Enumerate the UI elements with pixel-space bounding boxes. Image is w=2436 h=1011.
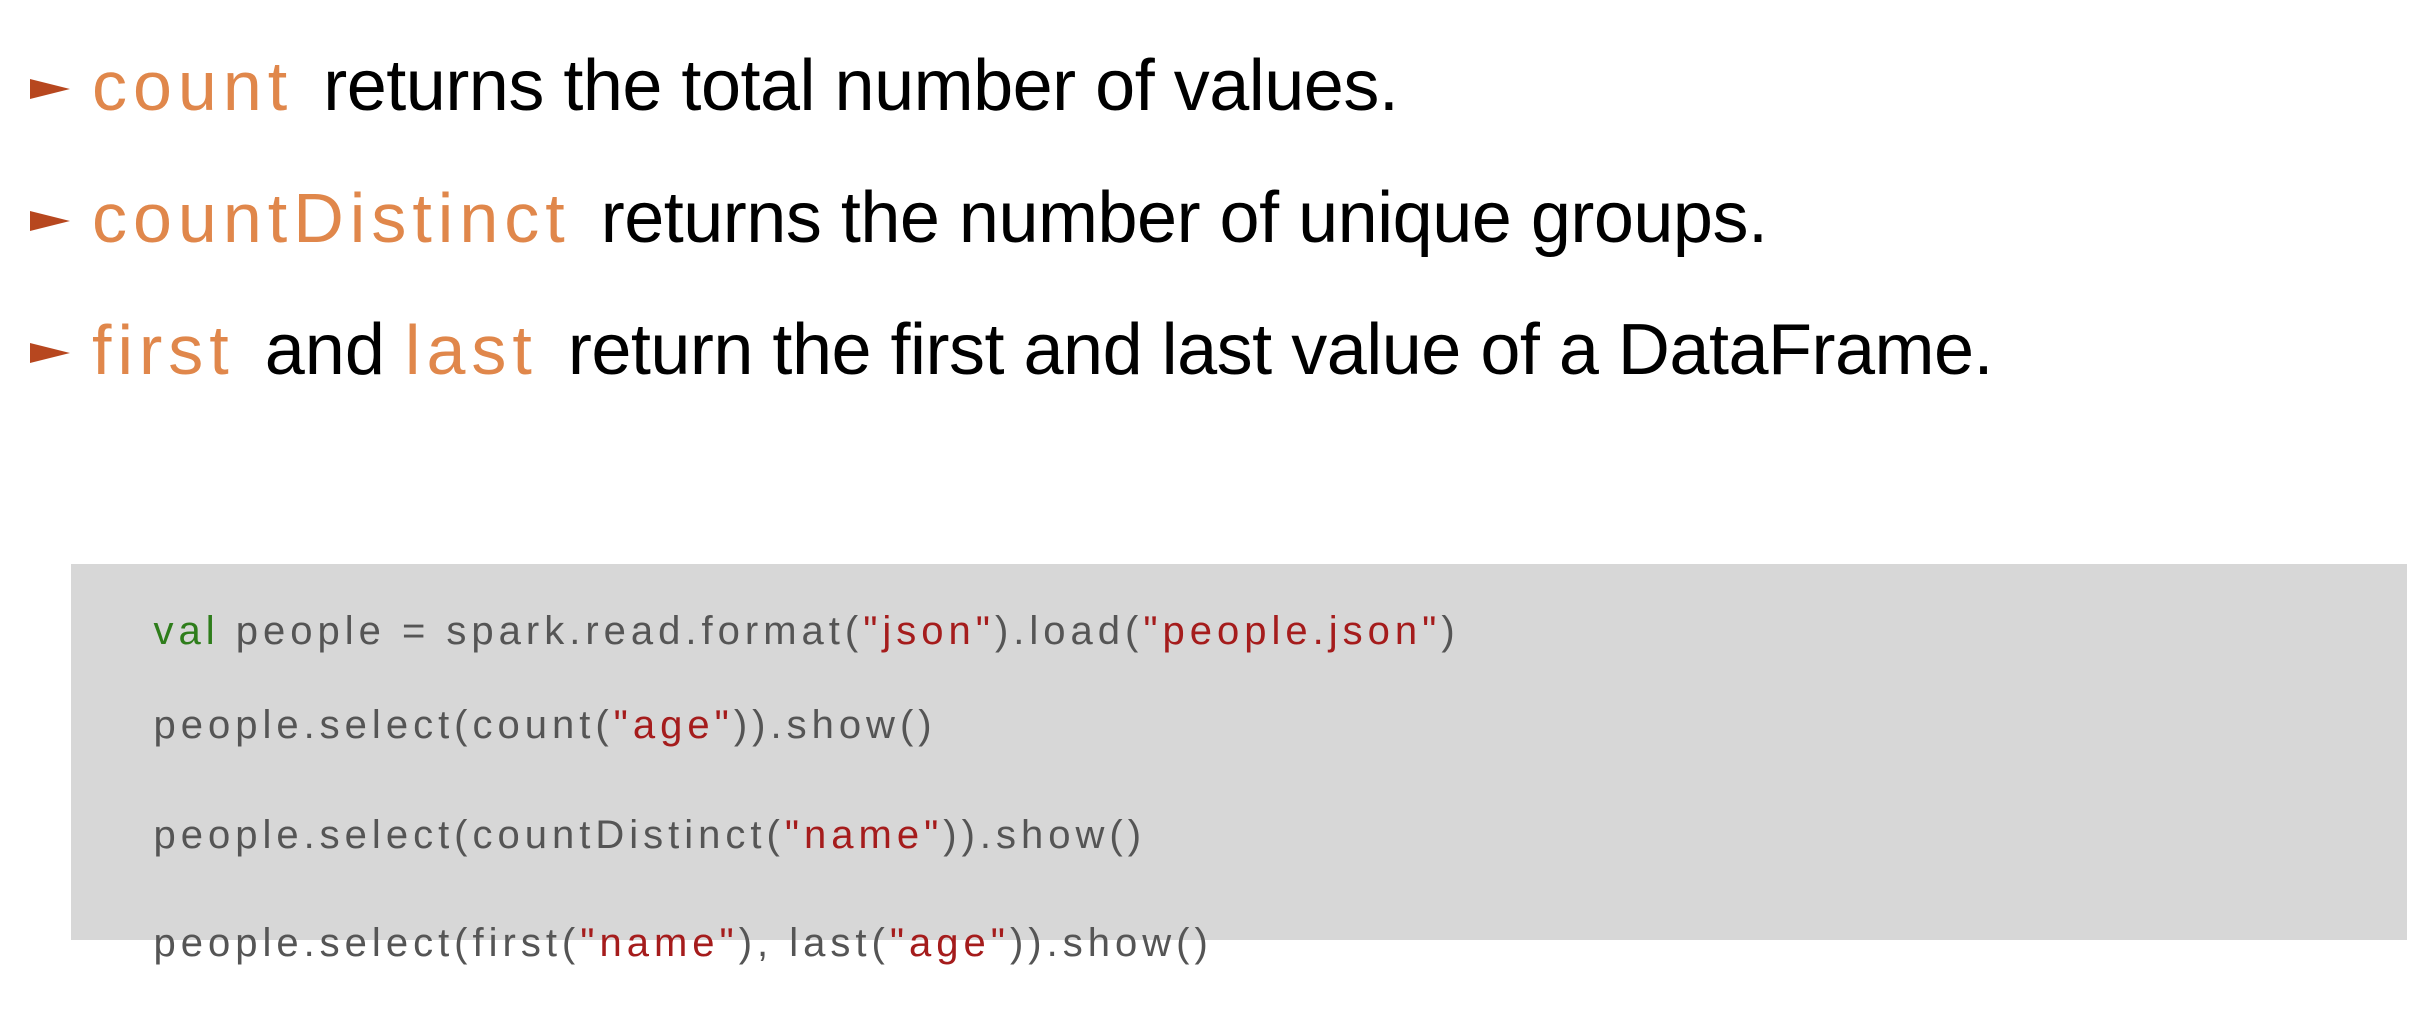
code-text: people.select(first( bbox=[153, 921, 581, 965]
bullet-list: count returns the total number of values… bbox=[30, 20, 1994, 416]
code-keyword: val bbox=[153, 609, 220, 653]
code-text: ).load( bbox=[994, 609, 1144, 653]
keyword-first: first bbox=[92, 311, 235, 389]
bullet-text: returns the number of unique groups. bbox=[600, 178, 1768, 258]
code-text: people = spark.read.format( bbox=[219, 609, 864, 653]
code-text: ), last( bbox=[738, 921, 890, 965]
bullet-text: return the first and last value of a Dat… bbox=[567, 310, 1994, 390]
right-pointer-icon bbox=[30, 343, 70, 363]
code-text: people.select(countDistinct( bbox=[153, 813, 785, 857]
code-string: "json" bbox=[863, 609, 995, 653]
code-string: "age" bbox=[613, 703, 734, 747]
code-text: )).show() bbox=[1009, 921, 1213, 965]
code-text: people.select(count( bbox=[153, 703, 614, 747]
code-string: "name" bbox=[580, 921, 739, 965]
code-block: val people = spark.read.format("json").l… bbox=[71, 564, 2407, 965]
bullet-text-and: and bbox=[264, 310, 385, 390]
code-text: ) bbox=[1441, 609, 1460, 653]
code-string: "name" bbox=[784, 813, 944, 857]
right-pointer-icon bbox=[30, 79, 70, 99]
code-string: "people.json" bbox=[1143, 609, 1442, 653]
bullet-first-last: first and last return the first and last… bbox=[30, 284, 1994, 416]
code-string: "age" bbox=[889, 921, 1010, 965]
code-text: )).show() bbox=[733, 703, 937, 747]
right-pointer-icon bbox=[30, 211, 70, 231]
code-line-4: people.select(first("name"), last("age")… bbox=[89, 876, 1213, 1011]
keyword-last: last bbox=[404, 311, 538, 389]
bullet-count: count returns the total number of values… bbox=[30, 20, 1993, 152]
keyword-count-distinct: countDistinct bbox=[92, 179, 571, 257]
bullet-count-distinct: countDistinct returns the number of uniq… bbox=[30, 152, 1993, 284]
bullet-text: returns the total number of values. bbox=[323, 46, 1399, 126]
code-text: )).show() bbox=[943, 813, 1147, 857]
keyword-count: count bbox=[92, 47, 294, 125]
